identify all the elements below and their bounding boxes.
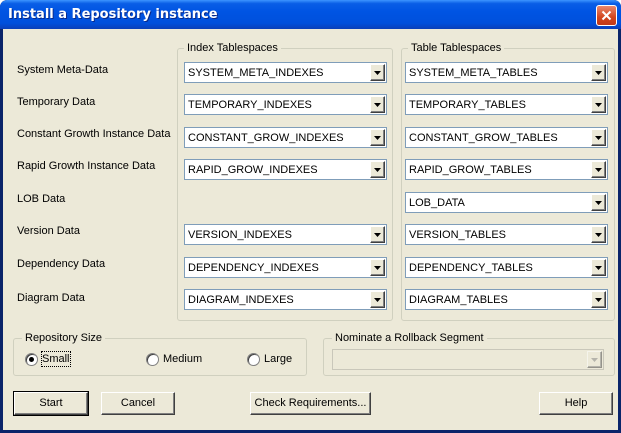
repository-size-legend: Repository Size	[22, 331, 106, 345]
chevron-down-icon	[591, 358, 598, 362]
radio-button[interactable]	[247, 353, 260, 366]
row-label-rapid-growth: Rapid Growth Instance Data	[17, 160, 156, 172]
combo-value: VERSION_INDEXES	[188, 229, 292, 241]
chevron-down-icon	[595, 201, 602, 205]
chevron-down-icon	[374, 266, 381, 270]
row-label-temporary: Temporary Data	[17, 96, 96, 108]
chevron-down-icon	[595, 136, 602, 140]
chevron-down-icon	[374, 71, 381, 75]
index-tablespaces-group: Index Tablespaces	[177, 41, 393, 321]
repository-size-group: Repository Size Small Medium Large	[13, 331, 307, 376]
radio-button[interactable]	[146, 353, 159, 366]
dropdown-button[interactable]	[370, 129, 385, 146]
dropdown-button[interactable]	[591, 259, 606, 276]
index-combo-diagram[interactable]: DIAGRAM_INDEXES	[184, 289, 387, 310]
combo-value: DIAGRAM_TABLES	[409, 294, 508, 306]
rollback-segment-group: Nominate a Rollback Segment	[323, 331, 615, 376]
combo-value: LOB_DATA	[409, 197, 465, 209]
row-label-system-meta: System Meta-Data	[17, 64, 109, 76]
index-combo-rapid-growth[interactable]: RAPID_GROW_INDEXES	[184, 159, 387, 180]
dropdown-button[interactable]	[370, 226, 385, 243]
title-bar[interactable]: Install a Repository instance	[0, 0, 621, 29]
check-requirements-button[interactable]: Check Requirements...	[250, 392, 371, 415]
table-combo-dependency[interactable]: DEPENDENCY_TABLES	[405, 257, 608, 278]
close-icon	[601, 10, 612, 21]
size-label-small: Small	[41, 351, 71, 367]
row-label-dependency: Dependency Data	[17, 258, 106, 270]
combo-value: TEMPORARY_TABLES	[409, 99, 526, 111]
row-label-constant-growth: Constant Growth Instance Data	[17, 128, 171, 140]
table-combo-temporary[interactable]: TEMPORARY_TABLES	[405, 94, 608, 115]
chevron-down-icon	[374, 136, 381, 140]
help-button[interactable]: Help	[539, 392, 613, 415]
chevron-down-icon	[374, 168, 381, 172]
chevron-down-icon	[595, 103, 602, 107]
row-label-lob: LOB Data	[17, 193, 66, 205]
table-combo-lob[interactable]: LOB_DATA	[405, 192, 608, 213]
rollback-segment-legend: Nominate a Rollback Segment	[332, 331, 487, 345]
row-label-diagram: Diagram Data	[17, 292, 85, 304]
table-tablespaces-group: Table Tablespaces	[401, 41, 615, 321]
index-combo-constant-growth[interactable]: CONSTANT_GROW_INDEXES	[184, 127, 387, 148]
dropdown-button[interactable]	[370, 64, 385, 81]
size-label-medium: Medium	[163, 353, 203, 365]
dropdown-button[interactable]	[587, 351, 602, 368]
table-tablespaces-legend: Table Tablespaces	[408, 41, 505, 55]
start-button[interactable]: Start	[13, 391, 89, 416]
cancel-button[interactable]: Cancel	[101, 392, 175, 415]
chevron-down-icon	[374, 233, 381, 237]
index-tablespaces-legend: Index Tablespaces	[184, 41, 281, 55]
combo-value: SYSTEM_META_TABLES	[409, 67, 538, 79]
rollback-segment-combo[interactable]	[332, 349, 604, 370]
dropdown-button[interactable]	[591, 161, 606, 178]
table-combo-system-meta[interactable]: SYSTEM_META_TABLES	[405, 62, 608, 83]
combo-value: DEPENDENCY_TABLES	[409, 262, 533, 274]
dropdown-button[interactable]	[370, 291, 385, 308]
chevron-down-icon	[374, 103, 381, 107]
index-combo-dependency[interactable]: DEPENDENCY_INDEXES	[184, 257, 387, 278]
index-combo-system-meta[interactable]: SYSTEM_META_INDEXES	[184, 62, 387, 83]
dropdown-button[interactable]	[591, 291, 606, 308]
dropdown-button[interactable]	[370, 259, 385, 276]
dropdown-button[interactable]	[591, 96, 606, 113]
close-button[interactable]	[596, 5, 617, 26]
chevron-down-icon	[374, 298, 381, 302]
table-combo-diagram[interactable]: DIAGRAM_TABLES	[405, 289, 608, 310]
radio-selected-dot	[29, 357, 34, 362]
index-combo-temporary[interactable]: TEMPORARY_INDEXES	[184, 94, 387, 115]
combo-value: CONSTANT_GROW_INDEXES	[188, 132, 344, 144]
dropdown-button[interactable]	[370, 161, 385, 178]
radio-button[interactable]	[25, 353, 38, 366]
table-combo-version[interactable]: VERSION_TABLES	[405, 224, 608, 245]
dialog-body: Index Tablespaces Table Tablespaces Syst…	[3, 29, 618, 430]
table-combo-rapid-growth[interactable]: RAPID_GROW_TABLES	[405, 159, 608, 180]
dialog-window: Install a Repository instance Index Tabl…	[0, 0, 621, 433]
dropdown-button[interactable]	[370, 96, 385, 113]
chevron-down-icon	[595, 168, 602, 172]
chevron-down-icon	[595, 71, 602, 75]
chevron-down-icon	[595, 233, 602, 237]
combo-value: DEPENDENCY_INDEXES	[188, 262, 319, 274]
dropdown-button[interactable]	[591, 64, 606, 81]
chevron-down-icon	[595, 298, 602, 302]
table-combo-constant-growth[interactable]: CONSTANT_GROW_TABLES	[405, 127, 608, 148]
combo-value: RAPID_GROW_INDEXES	[188, 164, 318, 176]
combo-value: VERSION_TABLES	[409, 229, 506, 241]
dropdown-button[interactable]	[591, 194, 606, 211]
dropdown-button[interactable]	[591, 129, 606, 146]
combo-value: SYSTEM_META_INDEXES	[188, 67, 324, 79]
combo-value: DIAGRAM_INDEXES	[188, 294, 294, 306]
chevron-down-icon	[595, 266, 602, 270]
size-label-large: Large	[264, 353, 293, 365]
dropdown-button[interactable]	[591, 226, 606, 243]
combo-value: CONSTANT_GROW_TABLES	[409, 132, 558, 144]
combo-value: TEMPORARY_INDEXES	[188, 99, 312, 111]
window-title: Install a Repository instance	[8, 7, 218, 22]
row-label-version: Version Data	[17, 225, 80, 237]
combo-value: RAPID_GROW_TABLES	[409, 164, 532, 176]
index-combo-version[interactable]: VERSION_INDEXES	[184, 224, 387, 245]
